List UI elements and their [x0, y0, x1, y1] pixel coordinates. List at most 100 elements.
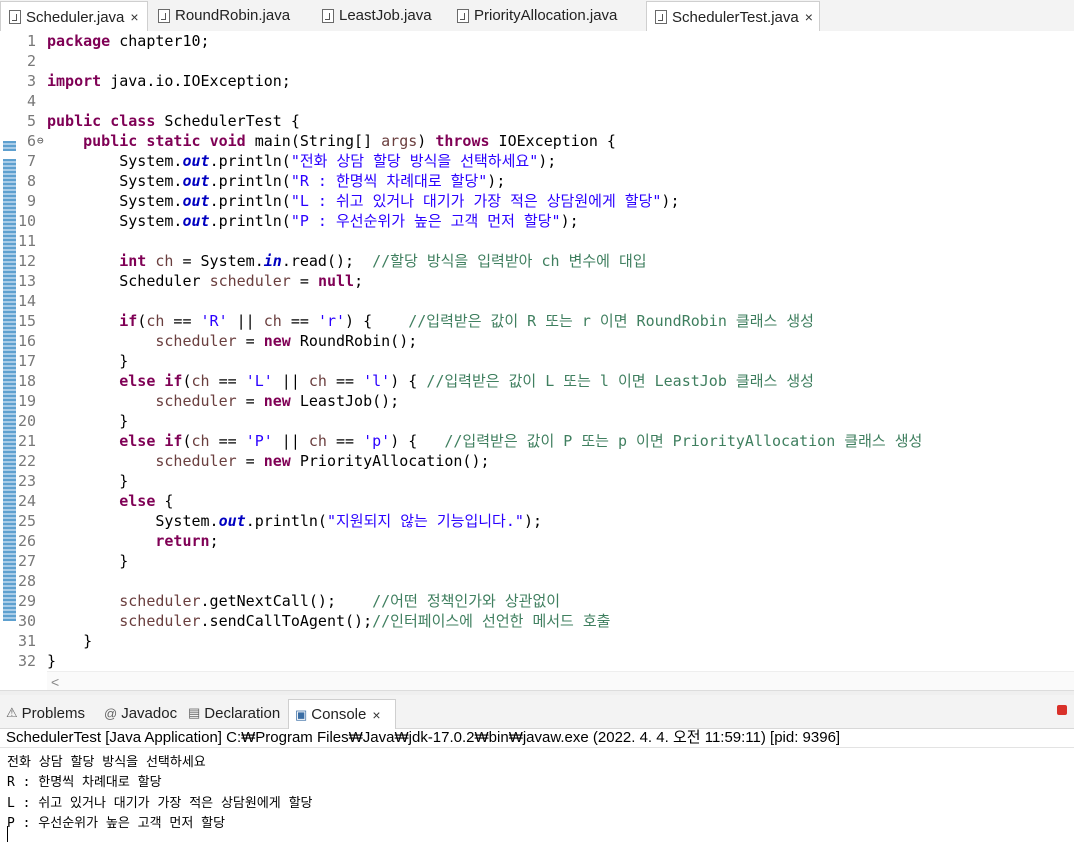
fold-toggle-icon[interactable]: ⊖ — [37, 131, 44, 151]
code-line[interactable]: 1 package chapter10; — [0, 31, 1074, 51]
horizontal-scrollbar[interactable]: < — [47, 671, 1074, 691]
code-line[interactable]: 11 — [0, 231, 1074, 251]
editor-tab-leastjob[interactable]: LeastJob.java — [314, 1, 434, 30]
code-line[interactable]: 30 scheduler.sendCallToAgent();//인터페이스에 … — [0, 611, 1074, 631]
tab-label: Console — [311, 706, 367, 723]
code-token: ; — [209, 532, 219, 550]
code-line[interactable]: 19 scheduler = new LeastJob(); — [0, 391, 1074, 411]
code-text: scheduler = new PriorityAllocation(); — [47, 451, 489, 471]
code-line[interactable]: 24 else { — [0, 491, 1074, 511]
code-line[interactable]: 7 System.out.println("전화 상담 할당 방식을 선택하세요… — [0, 151, 1074, 171]
editor-tab-roundrobin[interactable]: RoundRobin.java — [150, 1, 300, 30]
code-text: System.out.println("전화 상담 할당 방식을 선택하세요")… — [47, 151, 556, 171]
code-text: } — [47, 651, 56, 671]
code-line[interactable]: 6 ⊖ public static void main(String[] args… — [0, 131, 1074, 151]
code-line[interactable]: 31 } — [0, 631, 1074, 651]
code-line[interactable]: 17 } — [0, 351, 1074, 371]
code-line[interactable]: 9 System.out.println("L : 쉬고 있거나 대기가 가장 … — [0, 191, 1074, 211]
code-token: scheduler — [209, 272, 291, 290]
code-token: class — [110, 112, 156, 130]
code-line[interactable]: 16 scheduler = new RoundRobin(); — [0, 331, 1074, 351]
code-line[interactable]: 3 import java.io.IOException; — [0, 71, 1074, 91]
code-line[interactable]: 20 } — [0, 411, 1074, 431]
terminate-icon[interactable] — [1057, 705, 1067, 715]
code-area[interactable]: 1 package chapter10; 2 3 import java.io.IOEx… — [0, 31, 1074, 671]
code-token: ( — [182, 372, 192, 390]
code-editor[interactable]: 1 package chapter10; 2 3 import java.io.IOEx… — [0, 31, 1074, 691]
code-line[interactable]: 25 System.out.println("지원되지 않는 기능입니다."); — [0, 511, 1074, 531]
code-line[interactable]: 8 System.out.println("R : 한명씩 차례대로 할당"); — [0, 171, 1074, 191]
code-text: scheduler = new LeastJob(); — [47, 391, 399, 411]
code-line[interactable]: 21 else if(ch == 'P' || ch == 'p') { //입… — [0, 431, 1074, 451]
code-token: scheduler — [119, 592, 201, 610]
code-text: else if(ch == 'L' || ch == 'l') { //입력받은… — [47, 371, 814, 391]
code-line[interactable]: 5 public class SchedulerTest { — [0, 111, 1074, 131]
editor-tab-scheduler[interactable]: Scheduler.java × — [0, 1, 148, 32]
tab-problems[interactable]: ⚠ Problems — [0, 699, 98, 727]
code-line[interactable]: 12 int ch = System.in.read(); //할당 방식을 입… — [0, 251, 1074, 271]
editor-tab-schedulertest[interactable]: SchedulerTest.java × — [646, 1, 820, 32]
code-token: 'r' — [317, 312, 346, 330]
line-number: 26 — [17, 532, 36, 550]
console-output[interactable]: 전화 상담 할당 방식을 선택하세요 R : 한명씩 차례대로 할당 L : 쉬… — [0, 748, 1074, 863]
tab-console[interactable]: ▣ Console × — [288, 699, 396, 729]
javadoc-icon: @ — [104, 705, 118, 721]
line-number: 29 — [17, 592, 36, 610]
code-token: else — [119, 372, 156, 390]
code-token: .read(); — [281, 252, 373, 270]
code-line[interactable]: 22 scheduler = new PriorityAllocation(); — [0, 451, 1074, 471]
code-token: ); — [661, 192, 680, 210]
close-icon[interactable]: × — [805, 9, 813, 25]
code-line[interactable]: 23 } — [0, 471, 1074, 491]
line-number: 1 — [26, 32, 36, 50]
code-token: ch — [191, 432, 210, 450]
code-line[interactable]: 13 Scheduler scheduler = null; — [0, 271, 1074, 291]
code-line[interactable]: 32} — [0, 651, 1074, 671]
tab-declaration[interactable]: ▤ Declaration — [182, 699, 288, 727]
tab-javadoc[interactable]: @ Javadoc — [98, 699, 182, 727]
code-text: System.out.println("지원되지 않는 기능입니다."); — [47, 511, 542, 531]
code-token: .sendCallToAgent(); — [200, 612, 373, 630]
code-token: = — [236, 392, 264, 410]
code-line[interactable]: 2 — [0, 51, 1074, 71]
scroll-left-icon[interactable]: < — [51, 674, 59, 690]
console-launch-info: SchedulerTest [Java Application] C:₩Prog… — [6, 729, 841, 746]
code-token: ) — [417, 132, 436, 150]
code-line[interactable]: 14 — [0, 291, 1074, 311]
code-line[interactable]: 4 — [0, 91, 1074, 111]
code-text: System.out.println("P : 우선순위가 높은 고객 먼저 할… — [47, 211, 579, 231]
console-line: 전화 상담 할당 방식을 선택하세요 — [7, 755, 206, 770]
java-file-icon — [9, 10, 21, 24]
line-number: 30 — [17, 612, 36, 630]
console-line: R : 한명씩 차례대로 할당 — [7, 775, 162, 790]
code-token: if — [164, 432, 183, 450]
code-token: java.io.IOException; — [101, 72, 291, 90]
code-token: System. — [47, 212, 183, 230]
code-token: public — [83, 132, 138, 150]
close-icon[interactable]: × — [372, 707, 380, 723]
code-token: ); — [538, 152, 557, 170]
close-icon[interactable]: × — [130, 9, 138, 25]
code-line[interactable]: 28 — [0, 571, 1074, 591]
code-line[interactable]: 10 System.out.println("P : 우선순위가 높은 고객 먼… — [0, 211, 1074, 231]
code-line[interactable]: 15 if(ch == 'R' || ch == 'r') { //입력받은 값… — [0, 311, 1074, 331]
java-file-icon — [655, 10, 667, 24]
code-token: ); — [560, 212, 579, 230]
code-text: if(ch == 'R' || ch == 'r') { //입력받은 값이 R… — [47, 311, 814, 331]
code-token: scheduler — [119, 612, 201, 630]
code-line[interactable]: 27 } — [0, 551, 1074, 571]
code-line[interactable]: 26 return; — [0, 531, 1074, 551]
code-token: public — [47, 112, 102, 130]
code-token: } — [47, 412, 129, 430]
code-token: args — [381, 132, 418, 150]
code-line[interactable]: 29 scheduler.getNextCall(); //어떤 정책인가와 상… — [0, 591, 1074, 611]
editor-tab-priorityallocation[interactable]: PriorityAllocation.java — [449, 1, 634, 30]
code-token: || — [227, 312, 264, 330]
code-line[interactable]: 18 else if(ch == 'L' || ch == 'l') { //입… — [0, 371, 1074, 391]
code-text: } — [47, 631, 92, 651]
